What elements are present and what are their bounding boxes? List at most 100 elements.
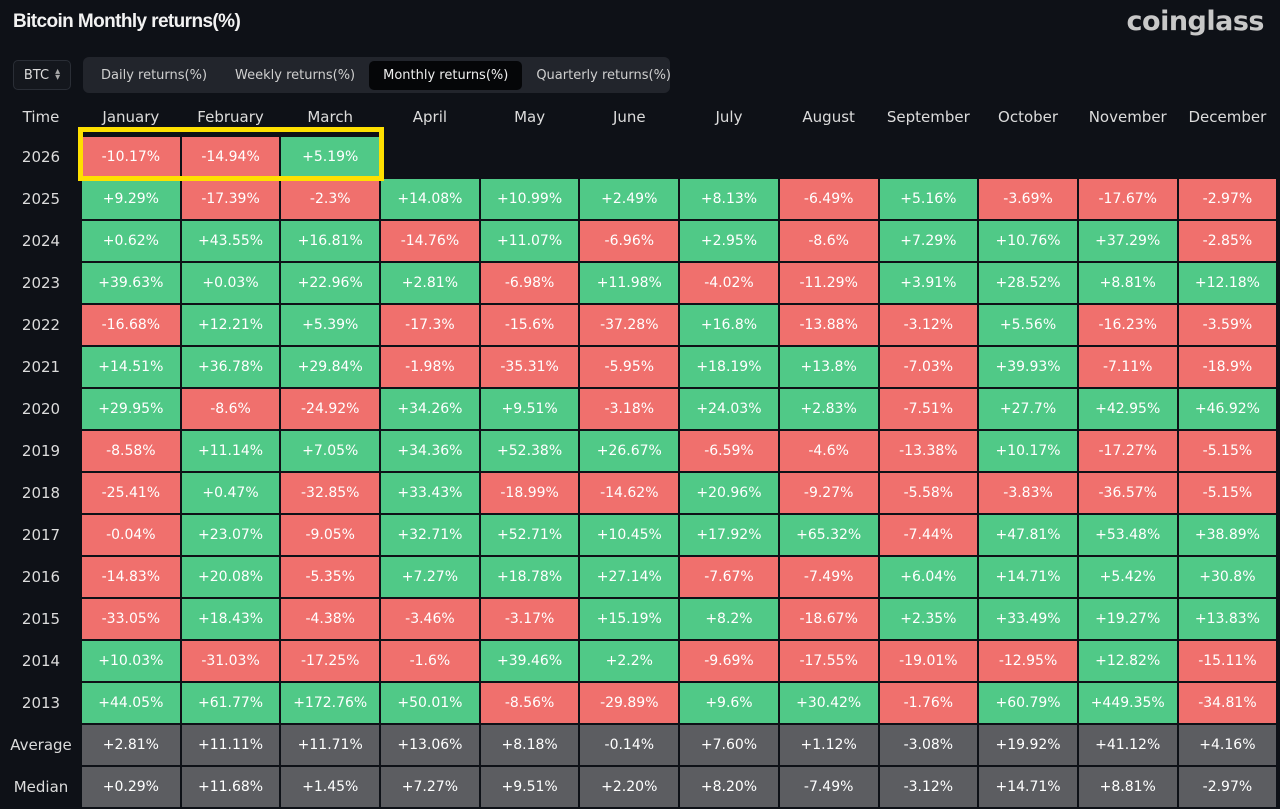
header-february: February <box>197 107 264 126</box>
tab-quarterly-returns[interactable]: Quarterly returns(%) <box>522 61 685 90</box>
header-december: December <box>1188 107 1267 126</box>
cell-2018-september: -5.58% <box>879 473 978 513</box>
cell-2018-january: -25.41% <box>82 473 180 513</box>
tab-daily-returns[interactable]: Daily returns(%) <box>87 61 221 90</box>
cell-2024-december: -2.85% <box>1178 221 1277 261</box>
asset-select-value: BTC <box>23 67 50 83</box>
cell-2018-march: -32.85% <box>281 473 380 513</box>
cell-2014-january: +10.03% <box>82 641 180 681</box>
cell-2018-february: +0.47% <box>181 473 280 513</box>
header-time: Time <box>22 107 60 126</box>
cell-2013-november: +449.35% <box>1078 683 1177 723</box>
cell-2016-september: +6.04% <box>879 557 978 597</box>
cell-2017-april: +32.71% <box>381 515 479 555</box>
cell-median-december: -2.97% <box>1178 767 1277 807</box>
table-row-2019: 2019 -8.58% +11.14% +7.05% +34.36% +52.38% +26… <box>2 431 1277 471</box>
row-label: 2020 <box>21 400 61 418</box>
table-row-2018: 2018 -25.41% +0.47% -32.85% +33.43% -18.99% -1… <box>2 473 1277 513</box>
empty-cell <box>381 137 479 177</box>
header-march: March <box>307 107 354 126</box>
header-april: April <box>412 107 448 126</box>
cell-median-september: -3.12% <box>879 767 978 807</box>
table-header-row: Time January February March April May June Jul… <box>2 98 1276 135</box>
cell-2018-june: -14.62% <box>580 473 679 513</box>
cell-2016-october: +14.71% <box>979 557 1077 597</box>
cell-2021-february: +36.78% <box>181 347 280 387</box>
cell-2018-april: +33.43% <box>381 473 479 513</box>
cell-2025-january: +9.29% <box>82 179 180 219</box>
cell-2025-july: +8.13% <box>680 179 778 219</box>
cell-2017-february: +23.07% <box>181 515 280 555</box>
cell-2024-march: +16.81% <box>281 221 380 261</box>
cell-2013-march: +172.76% <box>281 683 380 723</box>
cell-2020-august: +2.83% <box>779 389 878 429</box>
cell-2021-may: -35.31% <box>480 347 579 387</box>
table-row-2024: 2024 +0.62% +43.55% +16.81% -14.76% +11.07% -6… <box>2 221 1277 261</box>
cell-2015-may: -3.17% <box>480 599 579 639</box>
cell-2019-april: +34.36% <box>381 431 479 471</box>
cell-2025-august: -6.49% <box>779 179 878 219</box>
cell-2021-october: +39.93% <box>979 347 1077 387</box>
asset-select[interactable]: BTC ▴ ▾ <box>13 60 71 90</box>
cell-2020-june: -3.18% <box>580 389 679 429</box>
cell-median-april: +7.27% <box>381 767 479 807</box>
cell-2016-july: -7.67% <box>680 557 778 597</box>
cell-2024-november: +37.29% <box>1078 221 1177 261</box>
cell-2021-march: +29.84% <box>281 347 380 387</box>
table-row-2013: 2013 +44.05% +61.77% +172.76% +50.01% -8.56% -… <box>2 683 1277 723</box>
cell-2019-may: +52.38% <box>480 431 579 471</box>
cell-2014-december: -15.11% <box>1178 641 1277 681</box>
cell-2016-april: +7.27% <box>381 557 479 597</box>
cell-2013-february: +61.77% <box>181 683 280 723</box>
table-row-2026: 2026 -10.17% -14.94% +5.19% <box>2 137 1276 177</box>
empty-cell <box>580 137 678 177</box>
cell-2024-july: +2.95% <box>680 221 778 261</box>
cell-2015-february: +18.43% <box>181 599 280 639</box>
row-label: 2026 <box>21 148 61 166</box>
cell-2022-may: -15.6% <box>480 305 579 345</box>
cell-2016-may: +18.78% <box>480 557 579 597</box>
cell-2023-march: +22.96% <box>281 263 380 303</box>
empty-cell <box>1079 137 1177 177</box>
cell-2017-september: -7.44% <box>879 515 978 555</box>
cell-2022-july: +16.8% <box>680 305 778 345</box>
cell-2013-december: -34.81% <box>1178 683 1277 723</box>
cell-2020-october: +27.7% <box>979 389 1077 429</box>
table-row-2015: 2015 -33.05% +18.43% -4.38% -3.46% -3.17% +15.… <box>2 599 1277 639</box>
tab-monthly-returns[interactable]: Monthly returns(%) <box>369 60 523 90</box>
table-row-2020: 2020 +29.95% -8.6% -24.92% +34.26% +9.51% -3.1… <box>2 389 1277 429</box>
empty-cell <box>680 137 778 177</box>
cell-2022-december: -3.59% <box>1178 305 1277 345</box>
cell-2016-august: -7.49% <box>779 557 878 597</box>
cell-2020-july: +24.03% <box>680 389 778 429</box>
cell-2017-november: +53.48% <box>1078 515 1177 555</box>
cell-2014-april: -1.6% <box>381 641 479 681</box>
cell-2022-february: +12.21% <box>181 305 280 345</box>
cell-2025-june: +2.49% <box>580 179 679 219</box>
cell-2020-march: -24.92% <box>281 389 380 429</box>
cell-2021-june: -5.95% <box>580 347 679 387</box>
cell-average-november: +41.12% <box>1078 725 1177 765</box>
cell-2025-april: +14.08% <box>381 179 479 219</box>
row-label: 2017 <box>21 526 61 544</box>
cell-2024-april: -14.76% <box>381 221 479 261</box>
tab-weekly-returns[interactable]: Weekly returns(%) <box>221 61 369 90</box>
cell-average-july: +7.60% <box>680 725 778 765</box>
cell-average-september: -3.08% <box>879 725 978 765</box>
cell-2014-june: +2.2% <box>580 641 679 681</box>
cell-median-november: +8.81% <box>1078 767 1177 807</box>
cell-2013-october: +60.79% <box>979 683 1077 723</box>
cell-average-june: -0.14% <box>580 725 679 765</box>
cell-2023-october: +28.52% <box>979 263 1077 303</box>
table-row-median: Median +0.29% +11.68% +1.45% +7.27% +9.51% +2.… <box>2 767 1277 807</box>
cell-2018-july: +20.96% <box>680 473 778 513</box>
row-label: 2022 <box>21 316 61 334</box>
cell-2017-october: +47.81% <box>979 515 1077 555</box>
cell-2020-april: +34.26% <box>381 389 479 429</box>
cell-2023-december: +12.18% <box>1178 263 1277 303</box>
cell-2022-june: -37.28% <box>580 305 679 345</box>
cell-2017-july: +17.92% <box>680 515 778 555</box>
cell-2021-july: +18.19% <box>680 347 778 387</box>
header-january: January <box>102 107 160 126</box>
cell-2015-august: -18.67% <box>779 599 878 639</box>
